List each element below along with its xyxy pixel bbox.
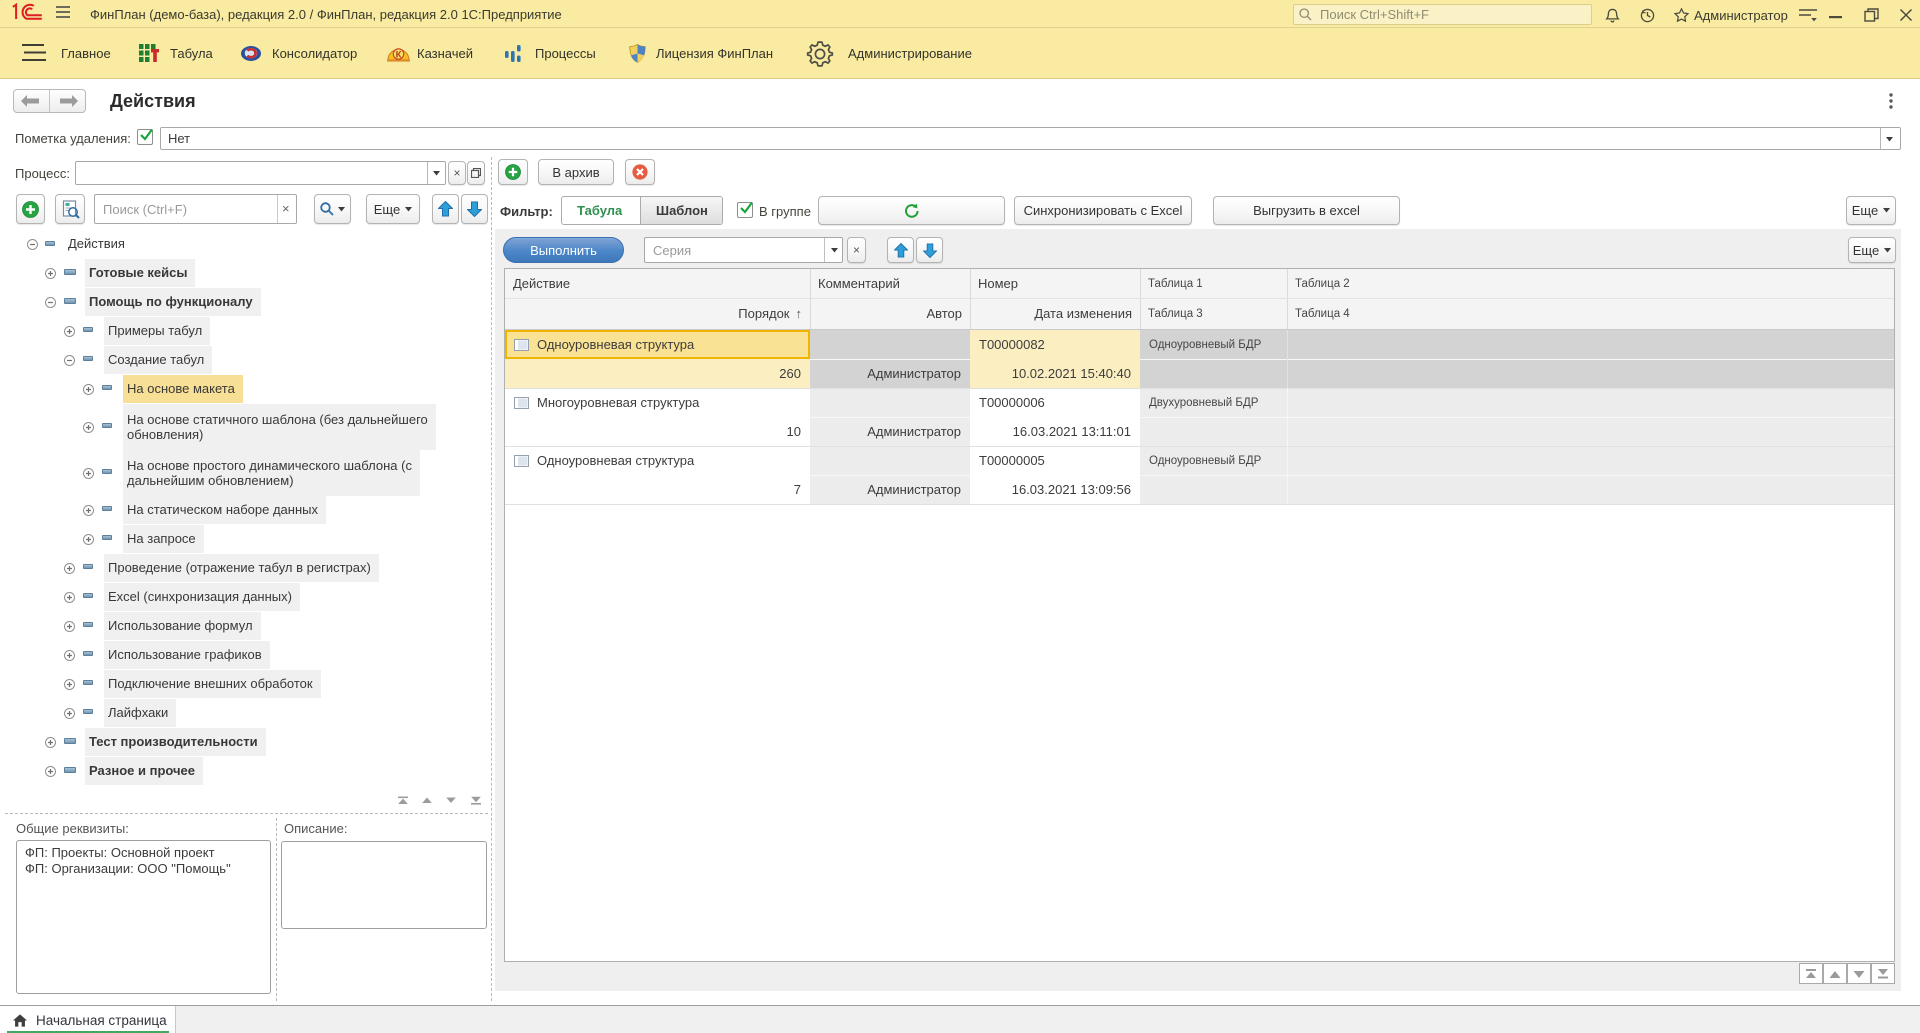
svg-text:К: К (396, 50, 402, 61)
